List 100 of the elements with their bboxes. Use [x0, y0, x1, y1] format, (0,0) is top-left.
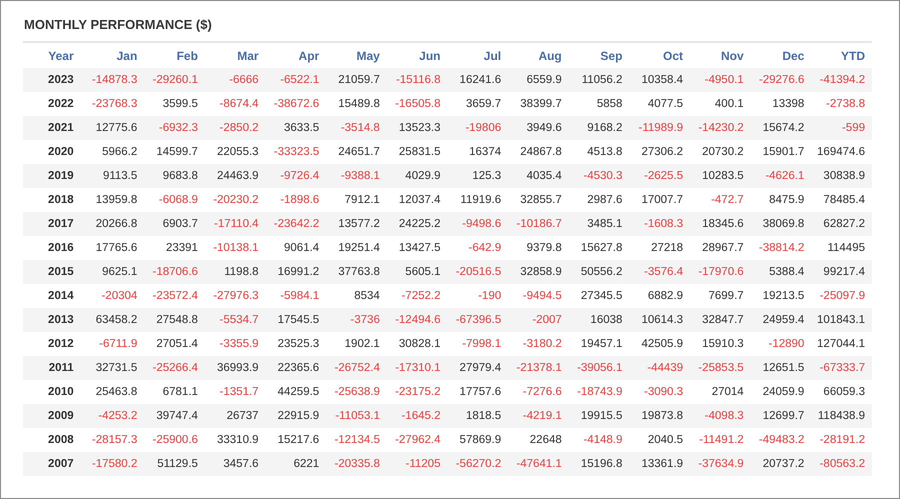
table-cell: 25831.5	[386, 140, 448, 164]
table-cell: -12494.6	[386, 308, 448, 332]
table-cell: -8674.4	[204, 92, 266, 116]
year-cell: 2007	[23, 452, 84, 476]
table-cell: -1645.2	[386, 404, 448, 428]
table-cell: -20304	[84, 284, 144, 308]
table-cell: 101843.1	[811, 308, 872, 332]
table-cell: 23391	[144, 236, 205, 260]
table-cell: 4029.9	[386, 164, 448, 188]
table-cell: 20737.2	[750, 452, 812, 476]
year-cell: 2023	[23, 68, 84, 92]
table-cell: 13361.9	[629, 452, 690, 476]
table-cell: 19457.1	[568, 332, 630, 356]
table-cell: -472.7	[690, 188, 751, 212]
table-cell: 22915.9	[266, 404, 326, 428]
table-cell: -23768.3	[84, 92, 144, 116]
table-cell: -7252.2	[386, 284, 448, 308]
table-cell: -18706.6	[144, 260, 205, 284]
table-cell: -16505.8	[386, 92, 448, 116]
table-cell: 400.1	[690, 92, 751, 116]
table-cell: -23572.4	[144, 284, 205, 308]
table-cell: -19806	[447, 116, 508, 140]
table-cell: -67396.5	[447, 308, 508, 332]
table-cell: -12134.5	[326, 428, 387, 452]
table-cell: -33323.5	[266, 140, 326, 164]
table-cell: 169474.6	[811, 140, 872, 164]
table-cell: 24651.7	[326, 140, 387, 164]
year-cell: 2019	[23, 164, 84, 188]
table-cell: -29276.6	[750, 68, 812, 92]
table-cell: -25900.6	[144, 428, 205, 452]
table-cell: 27014	[690, 380, 751, 404]
table-cell: 5388.4	[750, 260, 812, 284]
table-cell: -6711.9	[84, 332, 144, 356]
table-cell: -20335.8	[326, 452, 387, 476]
table-cell: 9625.1	[84, 260, 144, 284]
table-cell: 99217.4	[811, 260, 872, 284]
table-cell: -17970.6	[690, 260, 751, 284]
table-cell: 33310.9	[204, 428, 266, 452]
table-cell: 15217.6	[266, 428, 326, 452]
table-cell: -28191.2	[811, 428, 872, 452]
table-cell: 17765.6	[84, 236, 144, 260]
table-cell: 11919.6	[447, 188, 508, 212]
table-cell: -17310.1	[386, 356, 448, 380]
table-cell: -20516.5	[447, 260, 508, 284]
table-cell: 38069.8	[750, 212, 812, 236]
table-cell: 9379.8	[508, 236, 569, 260]
table-cell: -27976.3	[204, 284, 266, 308]
table-cell: -37634.9	[690, 452, 751, 476]
table-cell: 9168.2	[568, 116, 630, 140]
table-cell: -3736	[326, 308, 387, 332]
table-cell: -4530.3	[568, 164, 630, 188]
table-cell: 6903.7	[144, 212, 205, 236]
table-cell: 7912.1	[326, 188, 387, 212]
table-cell: 7699.7	[690, 284, 751, 308]
table-cell: -39056.1	[568, 356, 630, 380]
table-cell: -1351.7	[204, 380, 266, 404]
table-cell: 5605.1	[386, 260, 448, 284]
table-cell: -47641.1	[508, 452, 569, 476]
table-cell: 30838.9	[811, 164, 872, 188]
table-cell: 78485.4	[811, 188, 872, 212]
table-cell: -2007	[508, 308, 569, 332]
table-cell: 6559.9	[508, 68, 569, 92]
table-cell: 27979.4	[447, 356, 508, 380]
table-cell: -4098.3	[690, 404, 751, 428]
table-cell: 6221	[266, 452, 326, 476]
table-cell: 22365.6	[266, 356, 326, 380]
table-cell: 13959.8	[84, 188, 144, 212]
year-cell: 2016	[23, 236, 84, 260]
table-cell: 3457.6	[204, 452, 266, 476]
table-cell: 5858	[568, 92, 630, 116]
table-cell: 14599.7	[144, 140, 205, 164]
table-cell: 4513.8	[568, 140, 630, 164]
section-title: MONTHLY PERFORMANCE ($)	[24, 17, 213, 33]
table-cell: 27548.8	[144, 308, 205, 332]
table-cell: -28157.3	[84, 428, 144, 452]
table-cell: -14878.3	[84, 68, 144, 92]
table-cell: -7276.6	[508, 380, 569, 404]
table-cell: 62827.2	[811, 212, 872, 236]
table-cell: -44439	[629, 356, 690, 380]
table-cell: -10138.1	[204, 236, 266, 260]
table-cell: 3599.5	[144, 92, 205, 116]
table-cell: 17007.7	[629, 188, 690, 212]
table-cell: 12037.4	[386, 188, 448, 212]
table-cell: 16038	[568, 308, 630, 332]
table-cell: 16374	[447, 140, 508, 164]
table-cell: -21378.1	[508, 356, 569, 380]
table-cell: -4253.2	[84, 404, 144, 428]
table-cell: -11053.1	[326, 404, 387, 428]
table-cell: 27306.2	[629, 140, 690, 164]
table-cell: 20266.8	[84, 212, 144, 236]
table-cell: -17580.2	[84, 452, 144, 476]
table-cell: 20730.2	[690, 140, 751, 164]
table-cell: 23525.3	[266, 332, 326, 356]
table-cell: -3514.8	[326, 116, 387, 140]
table-cell: 9113.5	[84, 164, 144, 188]
table-cell: -14230.2	[690, 116, 751, 140]
table-cell: -49483.2	[750, 428, 812, 452]
table-cell: 42505.9	[629, 332, 690, 356]
year-cell: 2020	[23, 140, 84, 164]
table-cell: 17545.5	[266, 308, 326, 332]
